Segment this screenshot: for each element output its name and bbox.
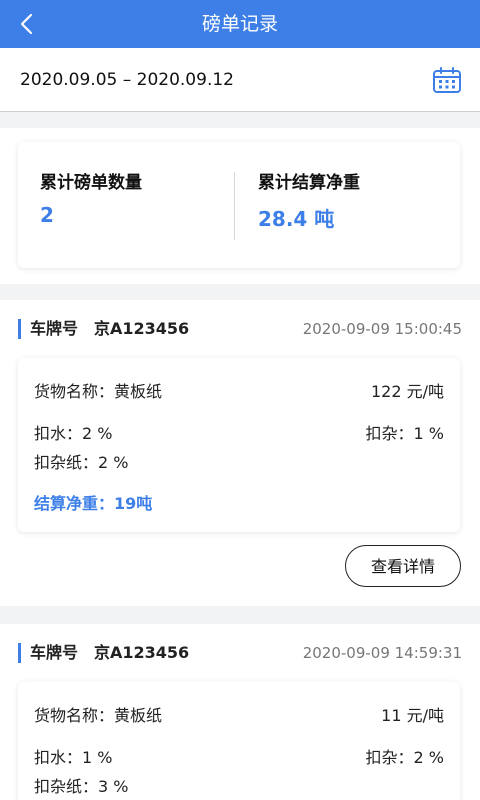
date-range-bar: 2020.09.05 – 2020.09.12 [0,48,480,112]
goods-row: 货物名称：黄板纸 122 元/吨 [34,379,444,405]
summary-card: 累计磅单数量 2 累计结算净重 28.4 吨 [18,142,460,268]
goods-row: 货物名称：黄板纸 11 元/吨 [34,703,444,729]
summary-divider [234,172,235,240]
record-detail-card: 货物名称：黄板纸 11 元/吨 扣水：1 % 扣杂：2 % 扣杂纸：3 % [18,682,460,800]
plate-number: 京A123456 [94,643,190,662]
total-weight-block: 累计结算净重 28.4 吨 [258,168,360,232]
goods-name: 货物名称：黄板纸 [34,382,163,401]
net-row: 结算净重：19吨 [34,491,444,517]
plate-number: 京A123456 [94,319,190,338]
view-details-button[interactable]: 查看详情 [345,545,461,587]
water-deduction: 扣水：2 % [34,424,113,443]
total-count-value: 2 [40,203,54,227]
record-header: 车牌号 京A123456 2020-09-09 15:00:45 [0,300,480,358]
goods-name: 货物名称：黄板纸 [34,706,163,725]
record-item: 车牌号 京A123456 2020-09-09 14:59:31 货物名称：黄板… [0,624,480,800]
unit-price: 122 元/吨 [370,382,444,401]
plate-label: 车牌号 [30,319,79,338]
record-time: 2020-09-09 15:00:45 [302,320,462,338]
page-title: 磅单记录 [201,13,278,35]
top-app-bar: 磅单记录 [0,0,480,48]
paper-deduction: 扣杂纸：3 % [34,777,129,796]
paper-deduction: 扣杂纸：2 % [34,453,129,472]
record-detail-card: 货物名称：黄板纸 122 元/吨 扣水：2 % 扣杂：1 % 扣杂纸：2 % 结… [18,358,460,532]
deduction-row: 扣水：1 % 扣杂：2 % [34,745,444,771]
paper-row: 扣杂纸：2 % [34,450,444,476]
paper-row: 扣杂纸：3 % [34,774,444,800]
accent-bar [18,319,21,339]
total-count-label: 累计磅单数量 [40,173,142,193]
water-deduction: 扣水：1 % [34,748,113,767]
total-weight-value: 28.4 吨 [258,207,335,231]
accent-bar [18,643,21,663]
total-count-block: 累计磅单数量 2 [40,168,142,227]
impurity-deduction: 扣杂：1 % [365,424,444,443]
plate-label: 车牌号 [30,643,79,662]
record-item: 车牌号 京A123456 2020-09-09 15:00:45 货物名称：黄板… [0,300,480,606]
date-range-text[interactable]: 2020.09.05 – 2020.09.12 [20,48,234,112]
total-weight-label: 累计结算净重 [258,173,360,193]
summary-section: 累计磅单数量 2 累计结算净重 28.4 吨 [0,128,480,284]
deduction-row: 扣水：2 % 扣杂：1 % [34,421,444,447]
impurity-deduction: 扣杂：2 % [365,748,444,767]
record-header: 车牌号 京A123456 2020-09-09 14:59:31 [0,624,480,682]
net-weight: 结算净重：19吨 [34,494,153,513]
unit-price: 11 元/吨 [381,706,444,725]
record-time: 2020-09-09 14:59:31 [302,644,462,662]
calendar-icon[interactable] [432,66,462,94]
